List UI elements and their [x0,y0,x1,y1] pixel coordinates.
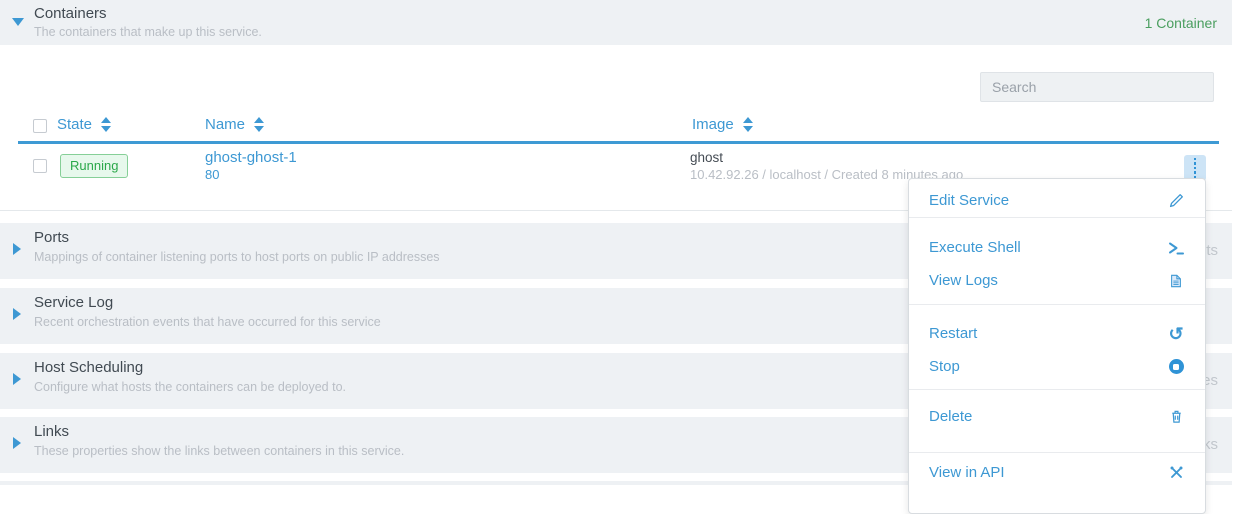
section-subtitle: Recent orchestration events that have oc… [34,315,381,329]
trash-icon [1167,409,1185,424]
column-header-state[interactable]: State [57,116,111,133]
expand-arrow-icon[interactable] [13,308,21,320]
column-header-name[interactable]: Name [205,116,264,133]
column-header-image[interactable]: Image [692,116,753,133]
row-actions-menu: Edit Service Execute Shell View Logs Res… [908,178,1206,514]
expand-arrow-icon[interactable] [13,243,21,255]
section-title: Host Scheduling [34,359,143,376]
section-title: Service Log [34,294,113,311]
stop-icon [1167,359,1185,374]
container-port-link[interactable]: 80 [205,167,219,182]
menu-item-label: View in API [929,464,1005,481]
file-icon [1167,273,1185,289]
collapse-arrow-icon[interactable] [12,18,24,26]
image-name: ghost [690,150,723,165]
sort-icon [101,117,111,132]
menu-item-restart[interactable]: Restart ↺ [909,317,1205,350]
container-count-badge: 1 Container [1145,15,1217,31]
menu-item-label: Execute Shell [929,239,1021,256]
restart-icon: ↺ [1167,325,1185,343]
menu-item-stop[interactable]: Stop [909,350,1205,383]
section-title: Containers [34,5,107,22]
menu-item-edit-service[interactable]: Edit Service [909,184,1205,217]
pencil-icon [1167,193,1185,208]
menu-item-delete[interactable]: Delete [909,400,1205,433]
terminal-icon [1167,240,1185,256]
section-subtitle: The containers that make up this service… [34,25,262,39]
tools-icon [1167,465,1185,480]
column-label: State [57,116,92,133]
section-title: Links [34,423,69,440]
menu-item-label: Delete [929,408,972,425]
containers-section-header[interactable]: Containers The containers that make up t… [0,0,1232,45]
menu-item-label: Restart [929,325,977,342]
column-label: Image [692,116,734,133]
menu-item-label: Stop [929,358,960,375]
sort-icon [743,117,753,132]
menu-item-label: View Logs [929,272,998,289]
search-input[interactable] [980,72,1214,102]
section-subtitle: Mappings of container listening ports to… [34,250,440,264]
menu-item-label: Edit Service [929,192,1009,209]
expand-arrow-icon[interactable] [13,373,21,385]
expand-arrow-icon[interactable] [13,437,21,449]
section-subtitle: These properties show the links between … [34,444,404,458]
section-title: Ports [34,229,69,246]
sort-icon [254,117,264,132]
select-all-checkbox[interactable] [33,119,47,133]
menu-item-view-logs[interactable]: View Logs [909,264,1205,297]
column-label: Name [205,116,245,133]
status-badge: Running [60,154,128,178]
menu-item-execute-shell[interactable]: Execute Shell [909,231,1205,264]
section-subtitle: Configure what hosts the containers can … [34,380,346,394]
container-name-link[interactable]: ghost-ghost-1 [205,149,297,166]
menu-item-view-in-api[interactable]: View in API [909,456,1205,489]
row-checkbox[interactable] [33,159,47,173]
table-header-rule [18,141,1219,144]
